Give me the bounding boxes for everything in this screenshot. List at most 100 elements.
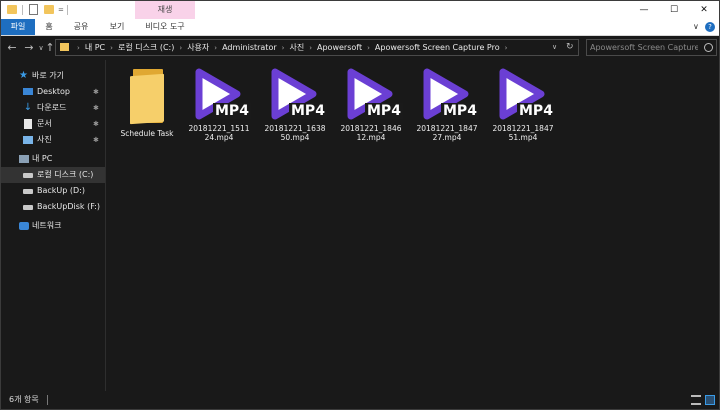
sidebar-item-quick-access[interactable]: ★ 바로 가기	[1, 68, 105, 84]
network-icon	[19, 222, 29, 230]
pin-icon[interactable]: ✱	[93, 132, 99, 148]
mp4-video-icon: MP4	[186, 66, 252, 122]
ribbon: 파일 홈 공유 보기 비디오 도구 ∨ ?	[1, 19, 719, 36]
drive-icon	[23, 189, 33, 194]
file-item-mp4[interactable]: MP4 20181221_1846 12.mp4	[334, 66, 408, 142]
properties-icon[interactable]	[29, 4, 38, 15]
breadcrumb-separator: ›	[214, 43, 218, 52]
file-item-mp4[interactable]: MP4 20181221_1511 24.mp4	[182, 66, 256, 142]
sidebar-item-my-pc[interactable]: 내 PC	[1, 151, 105, 167]
toolbar-divider	[67, 5, 68, 15]
sidebar-item-label: 바로 가기	[32, 71, 64, 80]
file-item-mp4[interactable]: MP4 20181221_1847 27.mp4	[410, 66, 484, 142]
context-tab-play: 재생	[135, 1, 195, 19]
large-icons-view-icon[interactable]	[705, 395, 715, 405]
breadcrumb-my-pc[interactable]: 내 PC	[85, 42, 105, 53]
breadcrumb-users[interactable]: 사용자	[187, 42, 209, 53]
breadcrumb-screen-capture-pro[interactable]: Apowersoft Screen Capture Pro	[375, 43, 500, 52]
close-button[interactable]: ✕	[689, 1, 719, 19]
tab-share[interactable]: 공유	[67, 19, 95, 35]
mp4-video-icon: MP4	[414, 66, 480, 122]
breadcrumb-apowersoft[interactable]: Apowersoft	[317, 43, 362, 52]
sidebar-item-network[interactable]: 네트워크	[1, 218, 105, 234]
tab-view[interactable]: 보기	[103, 19, 131, 35]
file-item-folder[interactable]: Schedule Task	[110, 66, 184, 138]
breadcrumb-separator: ›	[281, 43, 285, 52]
tab-home[interactable]: 홈	[37, 19, 61, 35]
pin-icon[interactable]: ✱	[93, 116, 99, 132]
item-count: 6개 항목	[9, 395, 39, 404]
drive-icon	[23, 205, 33, 210]
search-input[interactable]: Apowersoft Screen Capture ...	[586, 39, 717, 56]
maximize-button[interactable]: ☐	[659, 1, 689, 19]
back-button[interactable]: ←	[5, 40, 19, 56]
details-view-icon[interactable]	[691, 395, 701, 405]
breadcrumb: › 내 PC › 로컬 디스크 (C:) › 사용자 › Administrat…	[72, 40, 512, 55]
sidebar-item-label: 문서	[37, 119, 52, 128]
pin-icon[interactable]: ✱	[93, 84, 99, 100]
search-icon	[704, 43, 713, 52]
pictures-icon	[23, 136, 33, 144]
file-name: 20181221_1638 50.mp4	[264, 124, 326, 142]
expand-ribbon-icon[interactable]: ∨	[693, 19, 699, 35]
sidebar-item-local-disk[interactable]: 로컬 디스크 (C:)	[1, 167, 105, 183]
status-divider	[47, 395, 48, 405]
sidebar-item-label: 로컬 디스크 (C:)	[37, 170, 94, 179]
file-name: 20181221_1846 12.mp4	[340, 124, 402, 142]
sidebar-item-backup-d[interactable]: BackUp (D:)	[1, 183, 105, 199]
mp4-video-icon: MP4	[338, 66, 404, 122]
drive-icon	[23, 173, 33, 178]
sidebar-item-documents[interactable]: 문서 ✱	[1, 116, 105, 132]
file-item-mp4[interactable]: MP4 20181221_1638 50.mp4	[258, 66, 332, 142]
file-name: 20181221_1847 27.mp4	[416, 124, 478, 142]
download-icon: ↓	[23, 102, 33, 113]
computer-icon	[19, 155, 29, 163]
file-list: Schedule Task MP4 20181221_1511 24.mp4 MP…	[106, 60, 719, 391]
navigation-bar: ← → ∨ ↑ › 내 PC › 로컬 디스크 (C:) › 사용자 › Adm…	[1, 36, 719, 60]
new-folder-icon[interactable]	[44, 5, 54, 14]
sidebar-item-downloads[interactable]: ↓ 다운로드 ✱	[1, 100, 105, 116]
file-name: Schedule Task	[120, 129, 174, 138]
mp4-badge: MP4	[517, 103, 555, 119]
breadcrumb-pictures[interactable]: 사진	[289, 42, 304, 53]
breadcrumb-separator: ›	[110, 43, 113, 52]
mp4-badge: MP4	[213, 103, 251, 119]
refresh-icon[interactable]: ↻	[566, 40, 574, 55]
mp4-badge: MP4	[441, 103, 479, 119]
address-bar[interactable]: › 내 PC › 로컬 디스크 (C:) › 사용자 › Administrat…	[55, 39, 579, 56]
sidebar-item-label: Desktop	[37, 87, 70, 96]
sidebar-item-label: 사진	[37, 135, 52, 144]
folder-icon	[128, 69, 166, 125]
status-bar: 6개 항목	[1, 391, 719, 409]
mp4-badge: MP4	[365, 103, 403, 119]
breadcrumb-separator: ›	[309, 43, 312, 52]
customize-toolbar-icon[interactable]: =	[58, 4, 64, 16]
mp4-badge: MP4	[289, 103, 327, 119]
breadcrumb-administrator[interactable]: Administrator	[222, 43, 277, 52]
document-icon	[24, 119, 32, 129]
breadcrumb-separator: ›	[504, 43, 508, 52]
tab-file[interactable]: 파일	[1, 19, 35, 35]
sidebar-item-label: 내 PC	[32, 154, 53, 163]
folder-icon	[7, 5, 17, 14]
sidebar-item-label: BackUpDisk (F:)	[37, 202, 100, 211]
star-icon: ★	[19, 70, 28, 81]
breadcrumb-separator: ›	[367, 43, 370, 52]
file-item-mp4[interactable]: MP4 20181221_1847 51.mp4	[486, 66, 560, 142]
folder-icon	[60, 43, 69, 51]
file-name: 20181221_1847 51.mp4	[492, 124, 554, 142]
file-name: 20181221_1511 24.mp4	[188, 124, 250, 142]
sidebar-item-label: 네트워크	[32, 221, 62, 230]
sidebar-item-pictures[interactable]: 사진 ✱	[1, 132, 105, 148]
sidebar-item-backupdisk-f[interactable]: BackUpDisk (F:)	[1, 199, 105, 215]
toolbar-divider	[22, 5, 23, 15]
mp4-video-icon: MP4	[262, 66, 328, 122]
help-icon[interactable]: ?	[705, 22, 715, 32]
tab-video-tools[interactable]: 비디오 도구	[137, 19, 193, 35]
breadcrumb-local-disk[interactable]: 로컬 디스크 (C:)	[118, 42, 174, 53]
sidebar-item-desktop[interactable]: Desktop ✱	[1, 84, 105, 100]
address-dropdown-icon[interactable]: ∨	[552, 40, 557, 55]
file-explorer-window: = 재생 — ☐ ✕ 파일 홈 공유 보기 비디오 도구 ∨ ? ← → ∨ ↑…	[0, 0, 720, 410]
pin-icon[interactable]: ✱	[93, 100, 99, 116]
minimize-button[interactable]: —	[629, 1, 659, 19]
